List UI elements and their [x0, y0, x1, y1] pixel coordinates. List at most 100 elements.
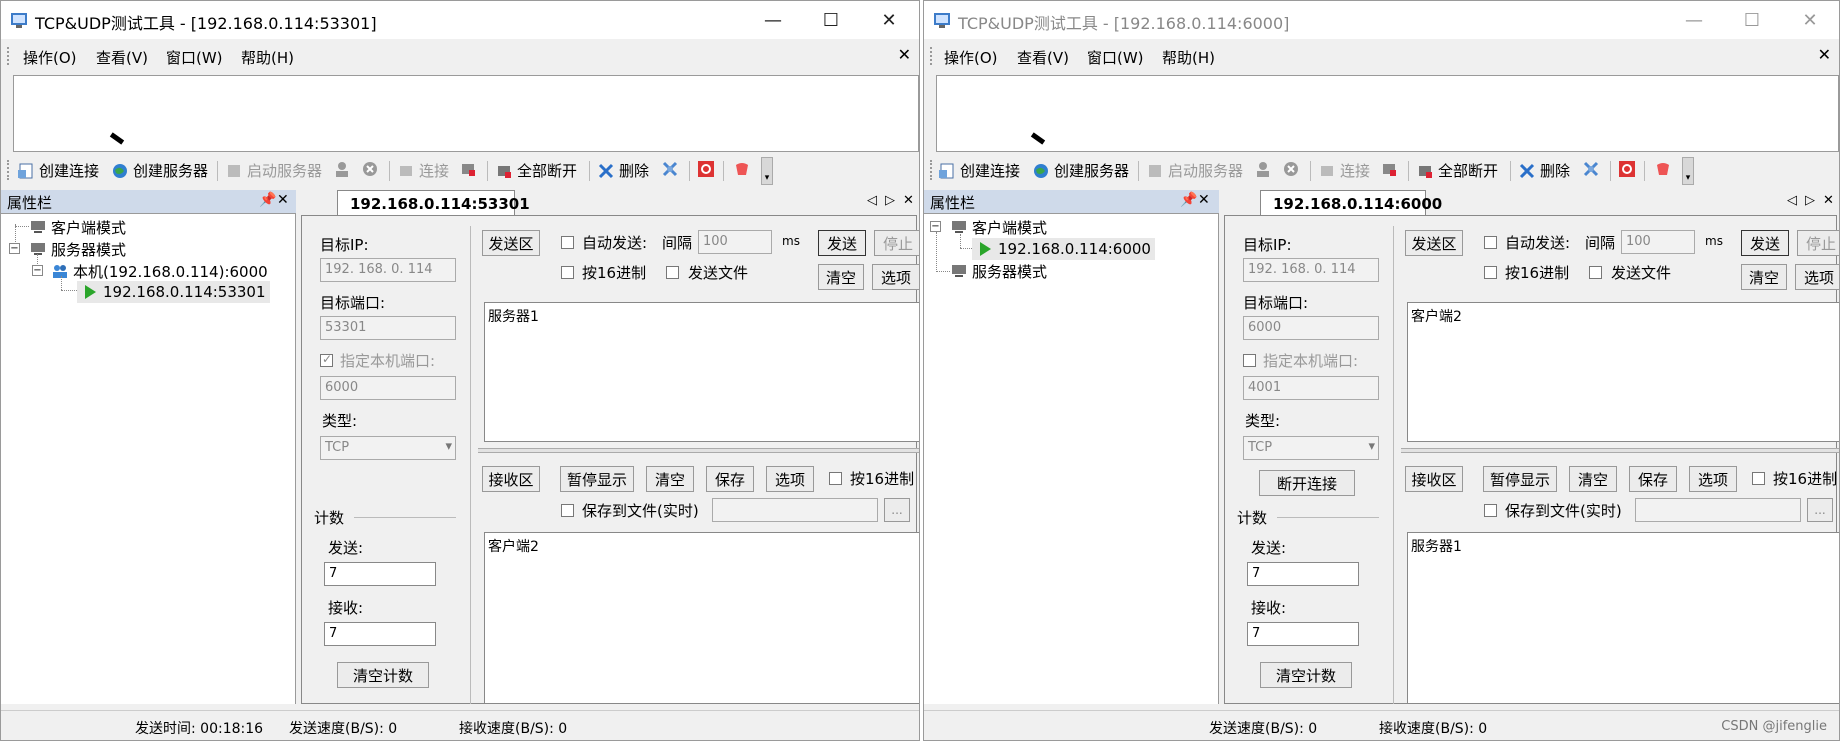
create-server-button[interactable]: 创建服务器: [1032, 160, 1129, 181]
close-icon[interactable]: ✕: [1782, 1, 1838, 39]
close-icon[interactable]: ✕: [898, 45, 911, 64]
target-ip-field[interactable]: 192. 168. 0. 114: [320, 258, 456, 282]
menu-operate[interactable]: 操作(O): [23, 47, 77, 68]
hex-recv-checkbox[interactable]: [829, 472, 842, 485]
menu-window[interactable]: 窗口(W): [166, 47, 223, 68]
exit-button[interactable]: [1654, 160, 1672, 178]
title-bar[interactable]: TCP&UDP测试工具 - [192.168.0.114:53301] — ☐ …: [1, 1, 919, 39]
save-file-checkbox[interactable]: [561, 504, 574, 517]
toolbar-overflow[interactable]: ▾: [761, 157, 773, 185]
users-button[interactable]: [333, 160, 351, 178]
local-port-field[interactable]: 4001: [1243, 376, 1379, 400]
tree-item-server-mode[interactable]: 服务器模式: [950, 260, 1047, 282]
menu-view[interactable]: 查看(V): [1017, 47, 1069, 68]
exit-button[interactable]: [733, 160, 751, 178]
save-button[interactable]: 保存: [706, 466, 754, 492]
clear-send-button[interactable]: 清空: [1741, 264, 1787, 290]
interval-field[interactable]: 100: [698, 230, 772, 254]
hex-send-checkbox[interactable]: [1484, 266, 1497, 279]
save-button[interactable]: 保存: [1629, 466, 1677, 492]
tab-prev-icon[interactable]: ◁: [1787, 193, 1797, 208]
send-count-field[interactable]: 7: [324, 562, 436, 586]
stop-button[interactable]: [1282, 160, 1300, 178]
hex-recv-checkbox[interactable]: [1752, 472, 1765, 485]
target-port-field[interactable]: 53301: [320, 316, 456, 340]
pause-display-button[interactable]: 暂停显示: [560, 466, 634, 492]
local-port-field[interactable]: 6000: [320, 376, 456, 400]
tab-next-icon[interactable]: ▷: [1805, 193, 1815, 208]
disconnect-button[interactable]: [459, 160, 477, 178]
save-file-path[interactable]: [712, 498, 878, 522]
expander[interactable]: −: [9, 243, 20, 254]
pin-icon[interactable]: 📌: [259, 192, 276, 208]
interval-field[interactable]: 100: [1621, 230, 1695, 254]
type-select[interactable]: TCP ▾: [320, 436, 456, 460]
recv-area-button[interactable]: 接收区: [482, 466, 540, 492]
maximize-icon[interactable]: ☐: [1724, 1, 1780, 39]
disconnect-all-button[interactable]: 全部断开: [1416, 160, 1498, 181]
save-file-path[interactable]: [1635, 498, 1801, 522]
expander[interactable]: −: [930, 221, 941, 232]
close-icon[interactable]: ✕: [903, 193, 914, 208]
send-file-checkbox[interactable]: [666, 266, 679, 279]
tools-button[interactable]: [1582, 160, 1600, 178]
close-icon[interactable]: ✕: [861, 1, 917, 39]
send-count-field[interactable]: 7: [1247, 562, 1359, 586]
tree-item-client-mode[interactable]: 客户端模式: [950, 216, 1047, 238]
disconnect-button[interactable]: 断开连接: [1259, 470, 1355, 496]
tree-item-connection[interactable]: 192.168.0.114:6000: [972, 238, 1155, 260]
type-select[interactable]: TCP ▾: [1243, 436, 1379, 460]
close-icon[interactable]: ✕: [1818, 45, 1831, 64]
tree-item-local-host[interactable]: 本机(192.168.0.114):6000: [51, 260, 268, 282]
save-file-checkbox[interactable]: [1484, 504, 1497, 517]
delete-button[interactable]: 删除: [1518, 160, 1570, 181]
menu-window[interactable]: 窗口(W): [1087, 47, 1144, 68]
create-server-button[interactable]: 创建服务器: [111, 160, 208, 181]
hex-send-checkbox[interactable]: [561, 266, 574, 279]
tab-connection[interactable]: 192.168.0.114:53301: [337, 190, 530, 216]
send-file-checkbox[interactable]: [1589, 266, 1602, 279]
minimize-icon[interactable]: —: [745, 1, 801, 39]
clear-count-button[interactable]: 清空计数: [1260, 662, 1352, 688]
splitter[interactable]: [478, 448, 919, 453]
tab-connection[interactable]: 192.168.0.114:6000: [1260, 190, 1442, 216]
clear-recv-button[interactable]: 清空: [1569, 466, 1617, 492]
tree-item-connection[interactable]: 192.168.0.114:53301: [77, 281, 270, 303]
stop-button[interactable]: [361, 160, 379, 178]
clear-count-button[interactable]: 清空计数: [337, 662, 429, 688]
users-button[interactable]: [1254, 160, 1272, 178]
pause-display-button[interactable]: 暂停显示: [1483, 466, 1557, 492]
recv-count-field[interactable]: 7: [1247, 622, 1359, 646]
send-textarea[interactable]: 服务器1: [484, 302, 919, 442]
title-bar[interactable]: TCP&UDP测试工具 - [192.168.0.114:6000] — ☐ ✕: [924, 1, 1839, 39]
menu-help[interactable]: 帮助(H): [1162, 47, 1215, 68]
toolbar-overflow[interactable]: ▾: [1682, 157, 1694, 185]
tab-prev-icon[interactable]: ◁: [867, 193, 877, 208]
recv-textarea[interactable]: 客户端2: [484, 532, 919, 704]
tree-item-server-mode[interactable]: 服务器模式: [29, 238, 126, 260]
connect-button[interactable]: 连接: [397, 160, 449, 181]
close-icon[interactable]: ✕: [1198, 192, 1210, 208]
stop-button[interactable]: 停止: [1797, 230, 1839, 256]
menu-help[interactable]: 帮助(H): [241, 47, 294, 68]
create-connection-button[interactable]: 创建连接: [938, 160, 1020, 181]
tree-item-client-mode[interactable]: 客户端模式: [29, 216, 126, 238]
power-button[interactable]: [697, 160, 715, 178]
browse-button[interactable]: ...: [1807, 498, 1833, 522]
send-button[interactable]: 发送: [1741, 230, 1789, 256]
auto-send-checkbox[interactable]: [1484, 236, 1497, 249]
menu-view[interactable]: 查看(V): [96, 47, 148, 68]
browse-button[interactable]: ...: [884, 498, 910, 522]
recv-options-button[interactable]: 选项: [766, 466, 814, 492]
recv-textarea[interactable]: 服务器1: [1407, 532, 1839, 704]
send-options-button[interactable]: 选项: [1795, 264, 1839, 290]
close-icon[interactable]: ✕: [277, 192, 289, 208]
tab-next-icon[interactable]: ▷: [885, 193, 895, 208]
expander[interactable]: −: [32, 265, 43, 276]
disconnect-all-button[interactable]: 全部断开: [495, 160, 577, 181]
send-area-button[interactable]: 发送区: [482, 230, 540, 256]
target-ip-field[interactable]: 192. 168. 0. 114: [1243, 258, 1379, 282]
connect-button[interactable]: 连接: [1318, 160, 1370, 181]
clear-recv-button[interactable]: 清空: [646, 466, 694, 492]
send-area-button[interactable]: 发送区: [1405, 230, 1463, 256]
